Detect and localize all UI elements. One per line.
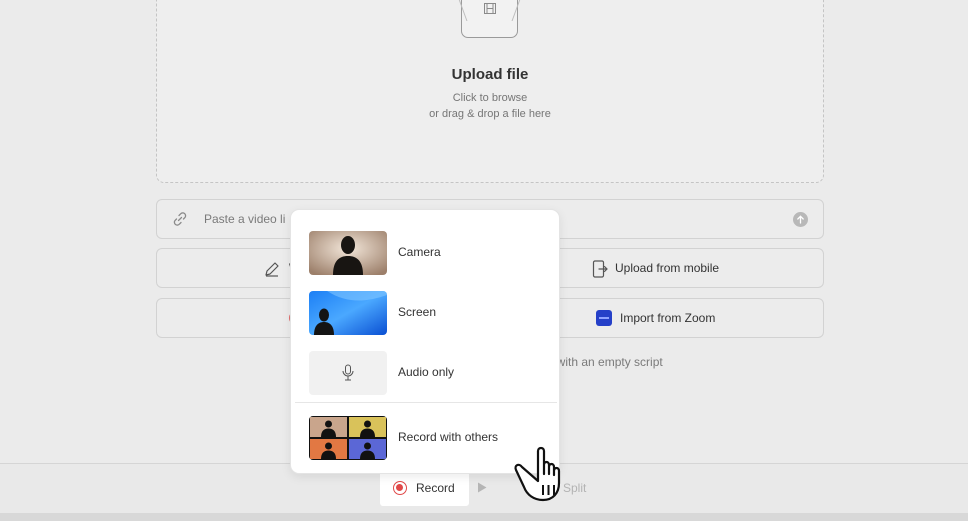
link-icon <box>173 212 187 226</box>
screen-label: Screen <box>398 305 437 319</box>
video-file-icon <box>461 0 518 38</box>
upload-hint-drag: or drag & drop a file here <box>429 108 551 120</box>
group-call-thumbnail <box>309 416 387 460</box>
video-link-placeholder: Paste a video li <box>204 212 286 226</box>
pen-icon <box>265 262 279 277</box>
record-options-menu: Camera Screen Audio only Record with oth… <box>290 209 560 474</box>
screen-thumbnail <box>309 291 387 335</box>
play-icon[interactable] <box>476 481 488 494</box>
menu-item-audio-only[interactable]: Audio only <box>309 351 549 395</box>
upload-mobile-icon <box>592 260 608 278</box>
split-button[interactable]: Split <box>563 481 586 495</box>
record-button-label: Record <box>416 481 455 495</box>
zoom-logo-icon <box>596 310 612 326</box>
camera-thumbnail <box>309 231 387 275</box>
camera-label: Camera <box>398 245 441 259</box>
upload-title: Upload file <box>451 66 529 83</box>
import-from-zoom-button[interactable]: Import from Zoom <box>620 311 715 325</box>
bottom-edge <box>0 513 968 521</box>
upload-hint-browse: Click to browse <box>452 92 528 104</box>
record-dot-icon <box>393 481 407 495</box>
audio-only-label: Audio only <box>398 365 455 379</box>
microphone-icon <box>309 351 387 395</box>
menu-item-camera[interactable]: Camera <box>309 231 549 275</box>
upload-from-mobile-button[interactable]: Upload from mobile <box>615 261 719 275</box>
hand-pointer-cursor-icon <box>514 446 561 502</box>
menu-item-screen[interactable]: Screen <box>309 291 549 335</box>
submit-arrow-icon[interactable] <box>793 212 808 227</box>
record-button[interactable]: Record <box>380 471 469 506</box>
record-with-others-label: Record with others <box>398 430 499 444</box>
menu-divider <box>295 402 557 403</box>
